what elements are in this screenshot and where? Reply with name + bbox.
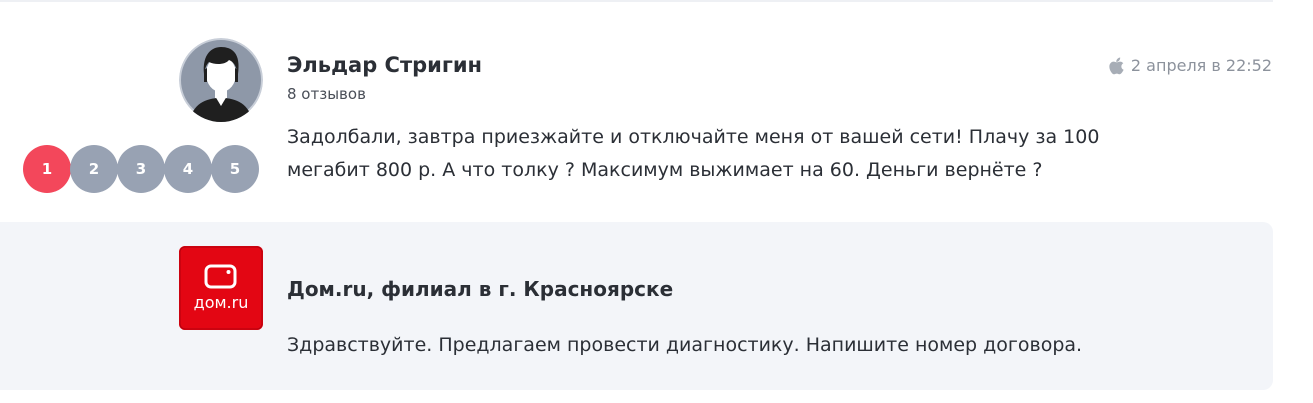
reply-text: Здравствуйте. Предлагаем провести диагно… (287, 334, 1083, 356)
rating-selector: 1 2 3 4 5 (23, 145, 259, 193)
rating-button-2[interactable]: 2 (70, 145, 118, 193)
user-avatar[interactable] (179, 38, 263, 122)
divider (0, 0, 1273, 2)
review-card: Эльдар Стригин 8 отзывов 2 апреля в 22:5… (0, 0, 1313, 403)
review-date: 2 апреля в 22:52 (1109, 56, 1272, 75)
rating-button-3[interactable]: 3 (117, 145, 165, 193)
rating-button-4[interactable]: 4 (164, 145, 212, 193)
author-name[interactable]: Эльдар Стригин (287, 53, 482, 77)
domru-logo-icon: дом.ru (179, 246, 263, 330)
logo-text: дом.ru (194, 293, 249, 312)
company-logo[interactable]: дом.ru (179, 246, 263, 330)
apple-icon (1109, 57, 1124, 74)
review-text: Задолбали, завтра приезжайте и отключайт… (287, 126, 1100, 181)
rating-button-5[interactable]: 5 (211, 145, 259, 193)
review-date-text: 2 апреля в 22:52 (1130, 56, 1272, 75)
author-review-count[interactable]: 8 отзывов (287, 85, 366, 103)
company-reply: дом.ru Дом.ru, филиал в г. Красноярске З… (0, 222, 1273, 390)
user-silhouette-icon (179, 38, 263, 122)
company-name[interactable]: Дом.ru, филиал в г. Красноярске (287, 277, 673, 301)
rating-button-1[interactable]: 1 (23, 145, 71, 193)
